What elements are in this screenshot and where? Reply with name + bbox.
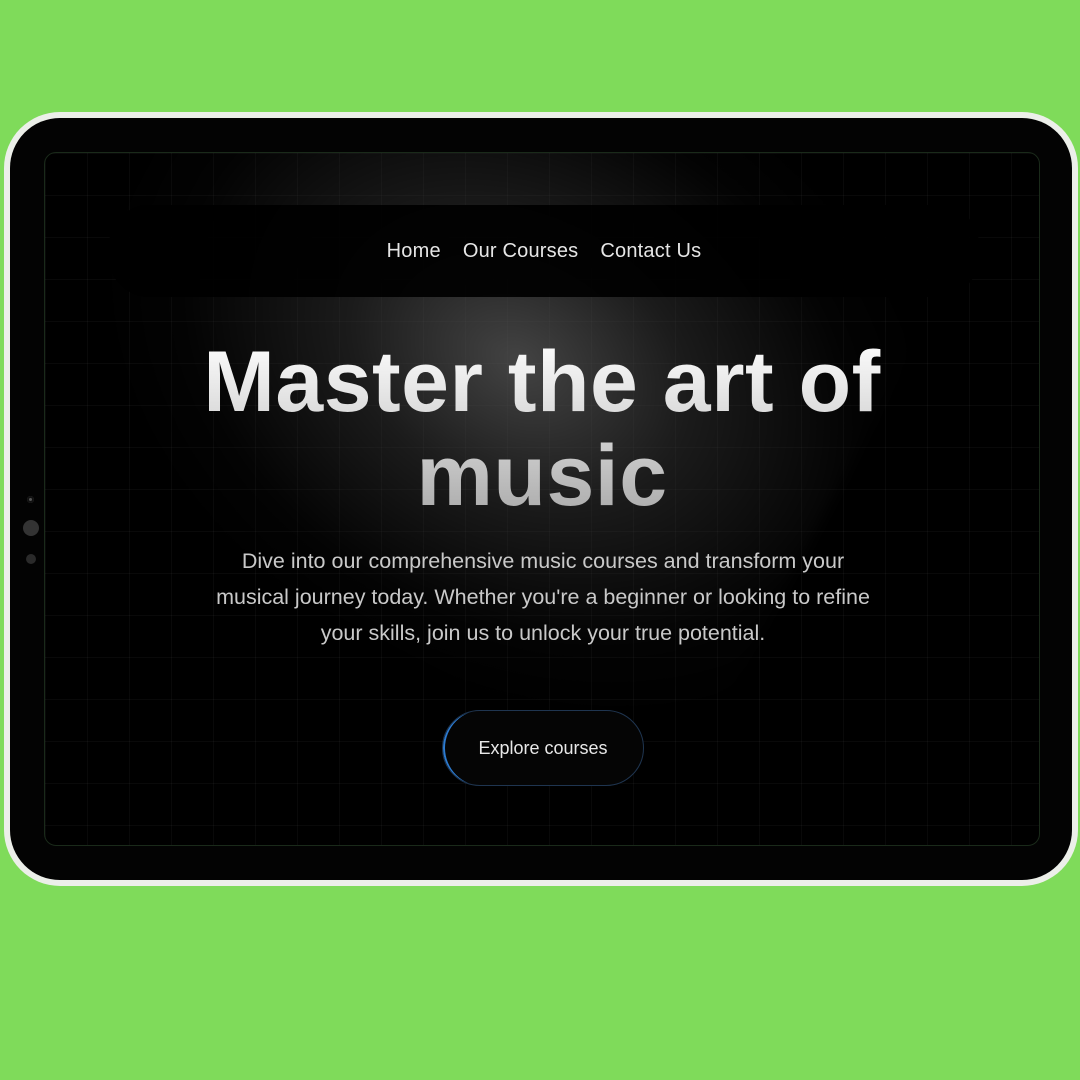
nav-link-our-courses[interactable]: Our Courses — [463, 240, 579, 263]
hero-title: Master the art of music — [45, 335, 1039, 523]
explore-courses-label: Explore courses — [478, 737, 608, 758]
navbar: Home Our Courses Contact Us — [109, 205, 979, 297]
hero-subtitle: Dive into our comprehensive music course… — [216, 549, 870, 645]
front-camera-icon — [27, 496, 34, 503]
tablet-device: Home Our Courses Contact Us Master the a… — [4, 112, 1078, 886]
sensor-dot-icon — [26, 554, 36, 564]
explore-courses-button[interactable]: Explore courses — [442, 710, 644, 786]
page-background: Home Our Courses Contact Us Master the a… — [0, 0, 1080, 1080]
sensor-icon — [23, 520, 39, 536]
hero-title-line-2: music — [416, 428, 668, 524]
nav-link-contact-us[interactable]: Contact Us — [600, 240, 701, 263]
tablet-bezel: Home Our Courses Contact Us Master the a… — [10, 118, 1072, 880]
website-screen: Home Our Courses Contact Us Master the a… — [44, 152, 1040, 846]
nav-link-home[interactable]: Home — [387, 240, 441, 263]
hero-title-line-1: Master the art of — [203, 334, 881, 430]
